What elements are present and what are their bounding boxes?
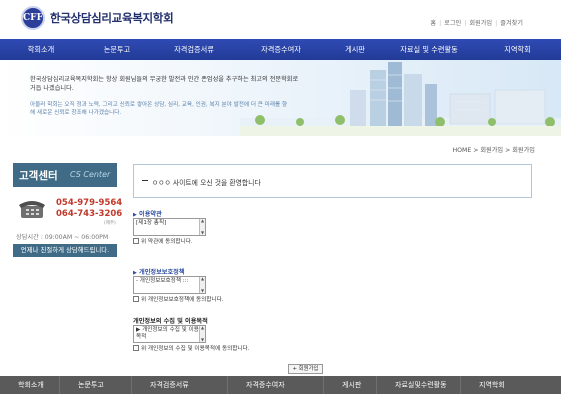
bookmark-link[interactable]: 즐겨찾기 bbox=[500, 20, 523, 27]
scroll-down-icon[interactable]: ▼ bbox=[200, 231, 205, 235]
scroll-down-icon[interactable]: ▼ bbox=[200, 289, 205, 293]
site-title[interactable]: 한국상담심리교육복지학회 bbox=[50, 10, 174, 26]
signup-link[interactable]: 회원가입 bbox=[469, 20, 492, 27]
divider: | bbox=[439, 20, 442, 27]
welcome-text: ㅇㅇㅇ 사이트에 오신 것을 환영합니다 bbox=[152, 179, 261, 187]
login-link[interactable]: 로그인 bbox=[444, 20, 461, 27]
collection-agree-checkbox[interactable] bbox=[133, 345, 139, 351]
section-title-terms: ▶ 이용약관 bbox=[133, 209, 162, 218]
city-skyline-image bbox=[240, 62, 561, 136]
nav-item-paper-submission[interactable]: 논문투고 bbox=[82, 39, 152, 60]
privacy-agree-label[interactable]: 위 개인정보보호정책에 동의합니다. bbox=[141, 297, 224, 303]
footer-nav-paper-submission[interactable]: 논문투고 bbox=[60, 376, 132, 394]
divider: | bbox=[495, 20, 498, 27]
hero-banner: 한국상담심리교육복지학회는 항상 회원님들의 무궁한 발전과 인간 존엄성을 추… bbox=[0, 60, 561, 136]
section-title-privacy: ▶ 개인정보보호정책 bbox=[133, 267, 185, 276]
scroll-up-icon[interactable]: ▲ bbox=[200, 219, 205, 223]
consultation-banner-button[interactable]: 언제나 친절하게 상담해드립니다. bbox=[13, 244, 117, 257]
telephone-icon bbox=[19, 201, 45, 218]
breadcrumb: HOME > 회원가입 > 회원가입 bbox=[452, 147, 535, 154]
privacy-agree-row: 위 개인정보보호정책에 동의합니다. bbox=[133, 295, 224, 303]
nav-item-certificate-holders[interactable]: 자격증수여자 bbox=[236, 39, 326, 60]
footer-nav-about[interactable]: 학회소개 bbox=[0, 376, 60, 394]
phone-region-note: (제주) bbox=[104, 221, 116, 226]
footer-nav-regional[interactable]: 지역학회 bbox=[461, 376, 561, 394]
footer-navigation: 학회소개 논문투고 자격검증서류 자격증수여자 게시판 자료실및수련활동 지역학… bbox=[0, 376, 561, 394]
collection-agree-label[interactable]: 위 개인정보의 수집 및 이용목적에 동의합니다. bbox=[141, 346, 249, 352]
scroll-down-icon[interactable]: ▼ bbox=[200, 338, 205, 342]
utility-links: 홈 | 로그인 | 회원가입 | 즐겨찾기 bbox=[430, 18, 523, 27]
phone-number-1: 054-979-9564 bbox=[56, 198, 123, 208]
site-logo[interactable]: CFF bbox=[21, 6, 45, 30]
section-title-collection: 개인정보의 수집 및 이용목적 bbox=[133, 316, 208, 325]
scrollbar[interactable]: ▲ ▼ bbox=[199, 219, 205, 235]
terms-agree-checkbox[interactable] bbox=[133, 238, 139, 244]
footer-nav-certificate-holders[interactable]: 자격증수여자 bbox=[228, 376, 324, 394]
section-title-text: 개인정보보호정책 bbox=[139, 269, 185, 276]
cs-center-header: 고객센터 CS Center bbox=[13, 163, 117, 187]
textarea-content: - 개인정보보호정책 ::: bbox=[136, 278, 189, 284]
nav-item-regional[interactable]: 지역학회 bbox=[474, 39, 561, 60]
section-title-text: 이용약관 bbox=[139, 211, 162, 218]
welcome-box: ㅇㅇㅇ 사이트에 오신 것을 환영합니다 bbox=[133, 164, 532, 198]
textarea-content: ▶ 개인정보의 수집 및 이용목적 bbox=[136, 327, 199, 340]
scroll-up-icon[interactable]: ▲ bbox=[200, 277, 205, 281]
footer-nav-resources-training[interactable]: 자료실및수련활동 bbox=[377, 376, 461, 394]
nav-item-board[interactable]: 게시판 bbox=[326, 39, 384, 60]
footer-nav-board[interactable]: 게시판 bbox=[324, 376, 377, 394]
join-button[interactable]: + 회원가입 bbox=[288, 364, 323, 374]
divider: | bbox=[464, 20, 467, 27]
nav-item-about[interactable]: 학회소개 bbox=[0, 39, 82, 60]
site-header: CFF 한국상담심리교육복지학회 홈 | 로그인 | 회원가입 | 즐겨찾기 bbox=[0, 0, 561, 38]
scrollbar[interactable]: ▲ ▼ bbox=[199, 326, 205, 342]
scroll-up-icon[interactable]: ▲ bbox=[200, 326, 205, 330]
footer-nav-certification-docs[interactable]: 자격검증서류 bbox=[132, 376, 228, 394]
textarea-content: [제1장 총칙] bbox=[136, 220, 167, 226]
main-navigation: 학회소개 논문투고 자격검증서류 자격증수여자 게시판 자료실 및 수련활동 지… bbox=[0, 39, 561, 60]
nav-item-certification-docs[interactable]: 자격검증서류 bbox=[152, 39, 236, 60]
terms-textarea[interactable]: [제1장 총칙] ▲ ▼ bbox=[133, 218, 206, 236]
home-link[interactable]: 홈 bbox=[430, 20, 436, 27]
cs-title-english: CS Center bbox=[70, 170, 111, 179]
section-title-text: 개인정보의 수집 및 이용목적 bbox=[133, 318, 208, 325]
collection-agree-row: 위 개인정보의 수집 및 이용목적에 동의합니다. bbox=[133, 344, 249, 352]
terms-agree-label[interactable]: 위 약관에 동의합니다. bbox=[141, 239, 193, 245]
terms-agree-row: 위 약관에 동의합니다. bbox=[133, 237, 193, 245]
scrollbar[interactable]: ▲ ▼ bbox=[199, 277, 205, 293]
cs-title: 고객센터 bbox=[19, 170, 58, 182]
phone-number-2: 064-743-3206 bbox=[56, 209, 123, 219]
bullet-dash bbox=[142, 180, 148, 181]
consultation-hours: 상담시간 : 09:00AM ~ 06:00PM bbox=[16, 234, 109, 241]
nav-item-resources-training[interactable]: 자료실 및 수련활동 bbox=[384, 39, 474, 60]
collection-textarea[interactable]: ▶ 개인정보의 수집 및 이용목적 ▲ ▼ bbox=[133, 325, 206, 343]
privacy-textarea[interactable]: - 개인정보보호정책 ::: ▲ ▼ bbox=[133, 276, 206, 294]
privacy-agree-checkbox[interactable] bbox=[133, 296, 139, 302]
